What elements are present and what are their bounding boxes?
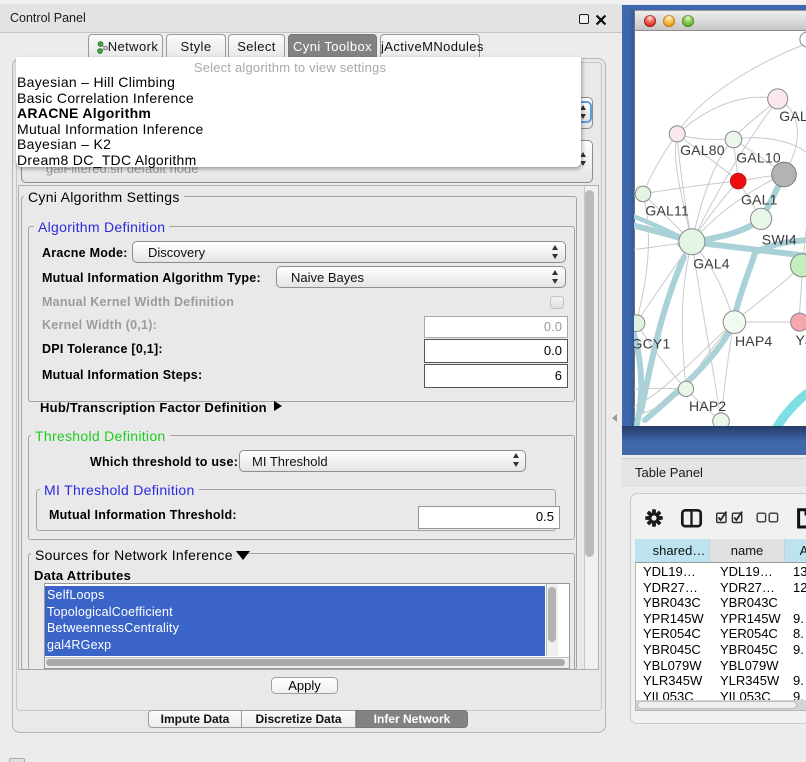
svg-text:GAL80: GAL80 [680,142,725,158]
svg-text:GAL11: GAL11 [645,203,689,219]
svg-text:GAL1: GAL1 [741,191,778,207]
svg-text:GCY1: GCY1 [634,335,670,351]
svg-text:GAL7: GAL7 [779,108,806,124]
svg-text:YJ: YJ [796,332,806,348]
svg-text:GAL10: GAL10 [736,149,781,165]
svg-text:SWI4: SWI4 [762,232,797,248]
svg-text:HAP4: HAP4 [735,333,772,349]
svg-text:GAL4: GAL4 [693,256,730,272]
svg-text:HAP2: HAP2 [689,398,726,414]
